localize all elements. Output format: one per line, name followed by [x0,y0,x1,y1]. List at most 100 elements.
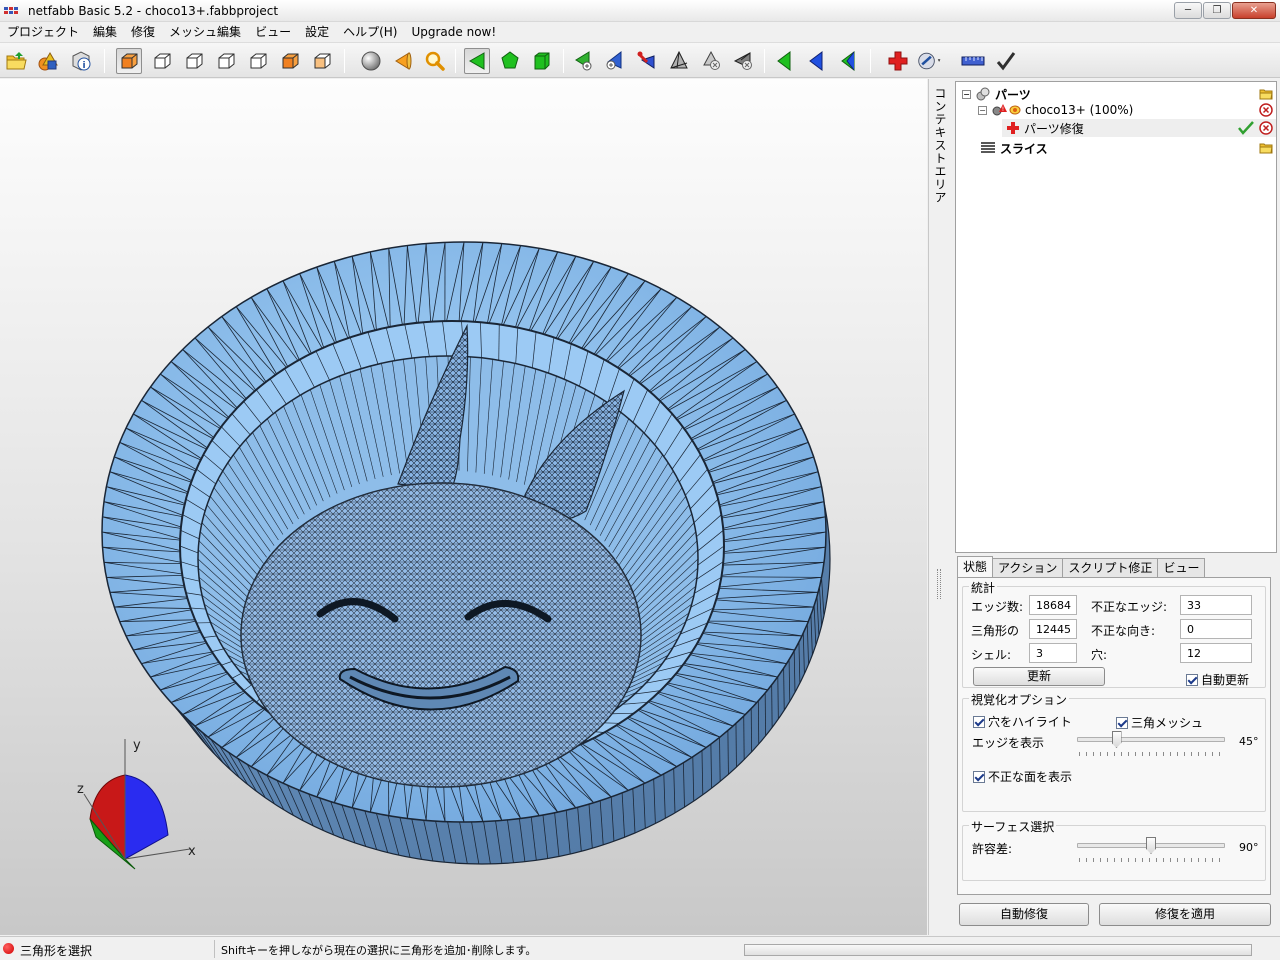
edges-angle-slider[interactable] [1077,731,1225,761]
view-mode-icon[interactable] [917,48,943,74]
window-title: netfabb Basic 5.2 - choco13+.fabbproject [28,3,279,18]
menu-project[interactable]: プロジェクト [0,22,86,42]
auto-update-checkbox[interactable]: 自動更新 [1186,671,1249,688]
status-tab-page: 統計 エッジ数: 不正なエッジ: 三角形の 不正な向き: シェル: 穴: 更新 … [957,577,1271,895]
add-triangle-icon[interactable] [570,48,596,74]
tab-actions[interactable]: アクション [992,558,1064,578]
tab-status[interactable]: 状態 [957,556,994,578]
apply-repair-button[interactable]: 修復を適用 [1099,903,1271,926]
triangles-field[interactable] [1029,619,1077,639]
highlight-holes-check-icon[interactable] [973,715,985,728]
toolbar: i [0,42,1280,78]
repair-icon[interactable] [885,48,911,74]
auto-repair-button[interactable]: 自動修復 [959,903,1089,926]
move-point-icon[interactable] [602,48,628,74]
tree-item-part[interactable]: − ! choco13+ (100%) [978,101,1133,119]
tolerance-value: 90° [1239,841,1259,854]
menu-settings[interactable]: 設定 [298,22,336,42]
menu-mesh-edit[interactable]: メッシュ編集 [162,22,248,42]
title-bar: netfabb Basic 5.2 - choco13+.fabbproject… [0,0,1280,22]
apply-icon[interactable] [993,48,1019,74]
menu-help[interactable]: ヘルプ(H) [336,22,404,42]
select-area-icon[interactable] [835,48,861,74]
tolerance-slider[interactable] [1077,837,1225,867]
sphere-icon[interactable] [358,48,384,74]
tree-item-part-repair[interactable]: パーツ修復 [1002,119,1276,137]
holes-field[interactable] [1180,643,1252,663]
shells-label: シェル: [971,648,1012,662]
slider-thumb[interactable] [1111,731,1122,748]
minimize-button[interactable]: ─ [1174,2,1202,19]
remove-triangle-icon[interactable] [698,48,724,74]
flip-normals-icon[interactable] [771,48,797,74]
splitter-handle[interactable] [937,569,941,599]
project-tree: − パーツ − ! choco13+ (100%) パーツ修復 スライス [955,81,1277,553]
maximize-button[interactable]: ❐ [1203,2,1231,19]
tree-label-part: choco13+ (100%) [1025,103,1134,117]
shells-field[interactable] [1029,643,1077,663]
slices-icon [980,141,996,155]
menu-repair[interactable]: 修復 [124,22,162,42]
surface-selection-title: サーフェス選択 [969,818,1057,835]
part-info-icon[interactable]: i [68,48,94,74]
show-bad-faces-check-icon[interactable] [973,770,985,783]
svg-text:i: i [82,61,85,71]
view-front-icon[interactable] [149,48,175,74]
slider-thumb[interactable] [1146,837,1156,854]
collapse-icon[interactable]: − [962,89,971,99]
remove-repair-icon[interactable] [1258,120,1274,136]
select-shell-icon[interactable] [529,48,555,74]
3d-viewport[interactable]: y x z [0,79,927,935]
parts-icon [975,86,991,102]
panel-tabs: 状態 アクション スクリプト修正 ビュー [957,556,1206,578]
select-color-icon[interactable] [803,48,829,74]
measure-icon[interactable] [960,48,986,74]
tree-item-slices[interactable]: スライス [976,139,1048,157]
triangle-mesh-check-icon[interactable] [1116,716,1128,729]
view-right-icon[interactable] [245,48,271,74]
triangle-mesh-label: 三角メッシュ [1131,716,1204,730]
bad-edges-field[interactable] [1180,595,1252,615]
open-folder-icon[interactable] [1258,140,1274,156]
menu-upgrade[interactable]: Upgrade now! [404,22,503,42]
view-back-icon[interactable] [181,48,207,74]
collapse-icon[interactable]: − [978,105,987,115]
zoom-icon[interactable] [422,48,448,74]
view-left-icon[interactable] [213,48,239,74]
context-area-label: コンテキストエリア [933,87,947,204]
status-mode: 三角形を選択 [20,944,93,958]
close-holes-icon[interactable] [730,48,756,74]
tree-label-repair: パーツ修復 [1024,121,1084,136]
close-button[interactable]: ✕ [1232,2,1276,19]
menu-edit[interactable]: 編集 [86,22,124,42]
triangle-mesh-checkbox[interactable]: 三角メッシュ [1116,714,1203,731]
view-top-icon[interactable] [277,48,303,74]
cone-icon[interactable] [390,48,416,74]
tree-label-slices: スライス [1000,141,1048,156]
auto-update-check-icon[interactable] [1186,673,1198,686]
checkmark-icon[interactable] [1238,120,1254,136]
cut-triangle-icon[interactable] [634,48,660,74]
open-folder-icon[interactable] [3,48,29,74]
view-3d-icon[interactable] [116,48,142,74]
show-edges-label: エッジを表示 [972,736,1045,750]
open-folder-icon[interactable] [1258,86,1274,102]
select-triangle-icon[interactable] [464,48,490,74]
highlight-holes-checkbox[interactable]: 穴をハイライト [973,713,1072,730]
bad-edges-label: 不正なエッジ: [1091,600,1168,614]
tab-view[interactable]: ビュー [1157,558,1206,578]
menu-view[interactable]: ビュー [248,22,298,42]
tetrahedron-icon[interactable] [666,48,692,74]
update-button[interactable]: 更新 [973,667,1105,686]
progress-bar [744,944,1252,956]
context-area-strip[interactable]: コンテキストエリア [928,79,952,935]
view-bottom-icon[interactable] [309,48,335,74]
tab-script-repair[interactable]: スクリプト修正 [1062,558,1159,578]
show-bad-faces-checkbox[interactable]: 不正な面を表示 [973,768,1072,785]
part-warning-icon: ! [991,102,1021,118]
remove-part-icon[interactable] [1258,102,1274,118]
edges-field[interactable] [1029,595,1077,615]
bad-orientation-field[interactable] [1180,619,1252,639]
select-surface-icon[interactable] [497,48,523,74]
add-part-icon[interactable] [35,48,61,74]
